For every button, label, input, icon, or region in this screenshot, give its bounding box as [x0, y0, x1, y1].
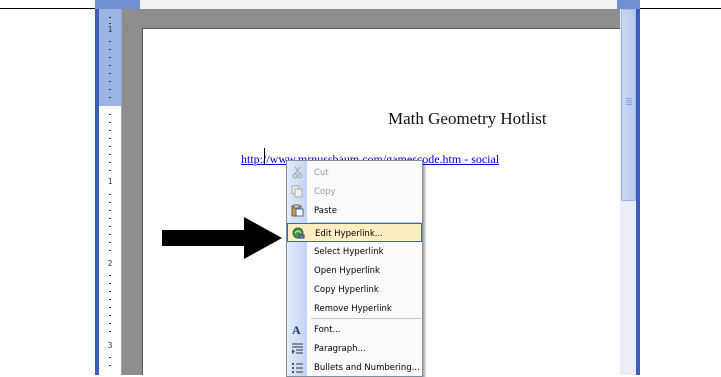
edit-hyperlink-icon [292, 227, 305, 240]
context-menu: Cut Copy Paste Edit Hyperlink... Select … [286, 160, 423, 377]
document-title: Math Geometry Hotlist [388, 109, 547, 128]
menu-item-copy[interactable]: Copy [287, 182, 422, 201]
menu-item-paragraph[interactable]: Paragraph... [287, 339, 422, 358]
vertical-ruler[interactable]: 1 1 2 3 [99, 9, 122, 375]
scrollbar-thumb[interactable] [621, 9, 636, 201]
hyperlink-prefix: http:// [241, 152, 270, 166]
menu-item-select-hyperlink[interactable]: Select Hyperlink [287, 242, 422, 261]
menu-separator [311, 318, 421, 319]
menu-item-copy-hyperlink[interactable]: Copy Hyperlink [287, 280, 422, 299]
menu-item-cut[interactable]: Cut [287, 163, 422, 182]
window-right-frame [636, 9, 640, 375]
vertical-scrollbar[interactable] [620, 9, 636, 375]
bullets-icon [291, 361, 304, 374]
menu-item-font[interactable]: A Font... [287, 320, 422, 339]
copy-icon [291, 185, 304, 198]
menu-item-open-hyperlink[interactable]: Open Hyperlink [287, 261, 422, 280]
svg-text:A: A [292, 323, 301, 336]
pointer-arrow-icon [162, 217, 282, 259]
ruler-number: 2 [107, 259, 113, 268]
window-top-strip [95, 0, 640, 9]
margin-corner-mark [141, 11, 142, 27]
ruler-number: 3 [107, 341, 113, 350]
text-cursor [264, 148, 265, 165]
ruler-number: 1 [107, 177, 113, 186]
menu-item-edit-hyperlink[interactable]: Edit Hyperlink... [287, 223, 422, 242]
paste-icon [291, 204, 304, 217]
cut-icon [291, 166, 304, 179]
font-icon: A [291, 323, 304, 337]
menu-item-bullets-numbering[interactable]: Bullets and Numbering... [287, 358, 422, 376]
ruler-number: 1 [107, 25, 113, 34]
menu-item-paste[interactable]: Paste [287, 201, 422, 220]
menu-item-remove-hyperlink[interactable]: Remove Hyperlink [287, 299, 422, 318]
margin-corner-mark [124, 26, 142, 27]
paragraph-icon [291, 342, 304, 355]
